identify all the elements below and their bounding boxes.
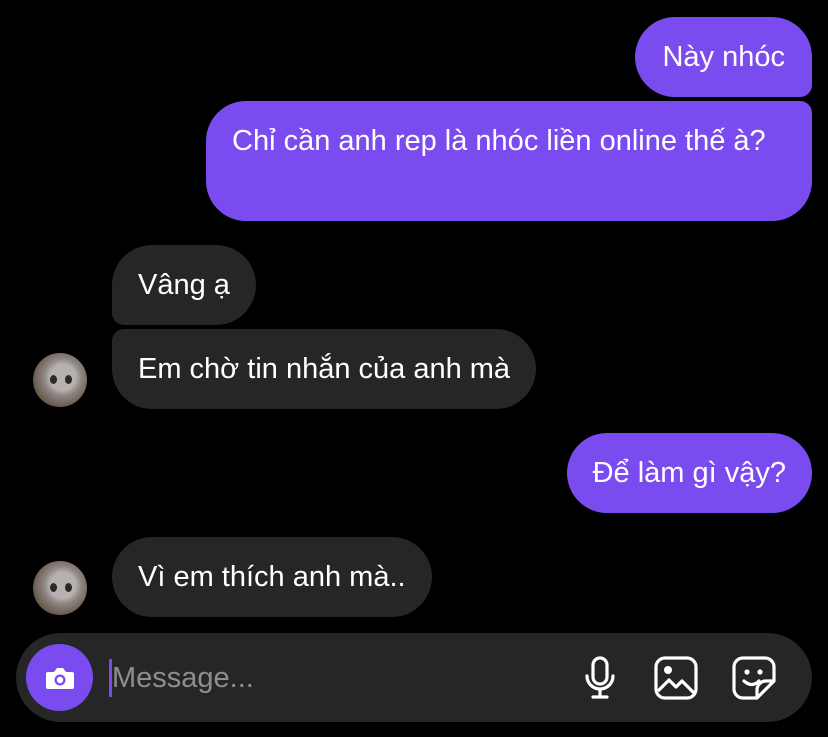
gallery-button[interactable] (651, 653, 701, 703)
message-composer (16, 633, 812, 722)
camera-button[interactable] (26, 644, 93, 711)
sent-message-bubble[interactable]: Để làm gì vậy? (566, 433, 812, 513)
avatar-eye (50, 375, 57, 384)
avatar-eye (65, 375, 72, 384)
received-message-bubble[interactable]: Vì em thích anh mà.. (112, 537, 432, 617)
sticker-icon (732, 656, 776, 700)
avatar-eye (50, 583, 57, 592)
contact-avatar[interactable] (33, 353, 87, 407)
avatar-eye (65, 583, 72, 592)
voice-message-button[interactable] (575, 653, 625, 703)
microphone-icon (585, 656, 615, 699)
gallery-icon (654, 656, 698, 700)
received-message-bubble[interactable]: Em chờ tin nhắn của anh mà (112, 329, 537, 409)
camera-icon (45, 667, 74, 689)
message-input[interactable] (112, 655, 552, 701)
contact-avatar[interactable] (33, 561, 87, 615)
sent-message-bubble[interactable]: Chỉ cần anh rep là nhóc liền online thế … (206, 101, 812, 221)
sent-message-bubble[interactable]: Này nhóc (635, 17, 812, 97)
sticker-button[interactable] (729, 653, 779, 703)
received-message-bubble[interactable]: Vâng ạ (112, 245, 256, 325)
